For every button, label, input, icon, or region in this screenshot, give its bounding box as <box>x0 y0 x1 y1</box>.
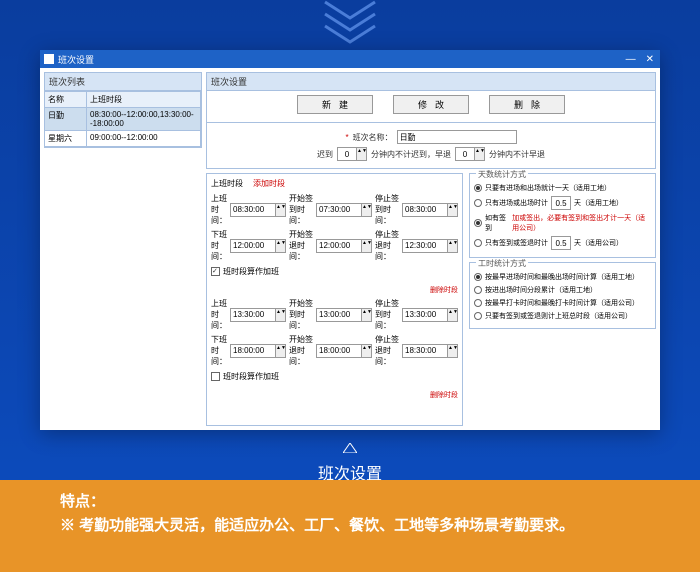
footer-banner: 特点： ※ 考勤功能强大灵活，能适应办公、工厂、餐饮、工地等多种场景考勤要求。 <box>0 480 700 572</box>
late-label: 迟到 <box>317 149 333 160</box>
hours-radio-2[interactable] <box>474 286 482 294</box>
time-input[interactable] <box>230 203 276 217</box>
spinner-arrows[interactable]: ▲▼ <box>357 147 367 161</box>
shift-periods-panel: 上班时段 添加时段 上班时间：▲▼开始签到时间：▲▼停止签到时间：▲▼ 下班时间… <box>206 173 463 426</box>
new-button[interactable]: 新建 <box>297 95 373 114</box>
days-radio-4[interactable] <box>474 239 482 247</box>
overtime-checkbox-1[interactable] <box>211 267 220 276</box>
delete-button[interactable]: 删除 <box>489 95 565 114</box>
time-input[interactable] <box>402 203 448 217</box>
add-period-link[interactable]: 添加时段 <box>253 178 285 189</box>
col-span: 上班时段 <box>87 92 201 107</box>
periods-header: 上班时段 <box>211 178 243 189</box>
days-stat-fieldset: 天数统计方式 只要有进场和出场就计一天（适用工地） 只有进场或出场时计天（适用工… <box>469 173 656 258</box>
minimize-button[interactable]: — <box>624 54 638 65</box>
shift-settings-window: 班次设置 — ✕ 班次列表 名称 上班时段 日勤 08:30:00--12:00… <box>40 50 660 430</box>
close-button[interactable]: ✕ <box>644 54 656 65</box>
titlebar: 班次设置 — ✕ <box>40 50 660 68</box>
window-title: 班次设置 <box>58 53 94 66</box>
required-mark: * <box>345 133 348 142</box>
days-radio-1[interactable] <box>474 184 482 192</box>
time-input[interactable] <box>402 239 448 253</box>
hours-stat-fieldset: 工时统计方式 按最早进场时间和最晚出场时间计算（适用工地） 按进出场时间分段累计… <box>469 262 656 329</box>
spinner-arrows[interactable]: ▲▼ <box>475 147 485 161</box>
time-input[interactable] <box>316 308 362 322</box>
days-half-input-2[interactable] <box>551 236 571 250</box>
footer-text: ※ 考勤功能强大灵活，能适应办公、工厂、餐饮、工地等多种场景考勤要求。 <box>60 515 640 536</box>
caption-area: 班次设置 <box>0 440 700 484</box>
settings-header: 班次设置 <box>206 72 656 91</box>
late-minutes-input[interactable] <box>337 147 357 161</box>
time-input[interactable] <box>402 308 448 322</box>
shift-name-label: 班次名称： <box>353 132 393 143</box>
hours-radio-4[interactable] <box>474 312 482 320</box>
delete-period-link-1[interactable]: 删除时段 <box>211 285 458 295</box>
app-icon <box>44 54 54 64</box>
col-name: 名称 <box>45 92 87 107</box>
toolbar: 新建 修改 删除 <box>206 91 656 123</box>
time-input[interactable] <box>230 239 276 253</box>
edit-button[interactable]: 修改 <box>393 95 469 114</box>
time-input[interactable] <box>316 203 362 217</box>
table-row[interactable]: 星期六 09:00:00--12:00:00 <box>45 131 201 147</box>
shift-list-header: 班次列表 <box>44 72 202 91</box>
days-radio-2[interactable] <box>474 199 482 207</box>
overtime-checkbox-2[interactable] <box>211 372 220 381</box>
delete-period-link-2[interactable]: 删除时段 <box>211 390 458 400</box>
decorative-chevrons <box>310 0 390 45</box>
shift-name-input[interactable] <box>397 130 517 144</box>
hours-radio-3[interactable] <box>474 299 482 307</box>
time-input[interactable] <box>402 344 448 358</box>
triangle-icon <box>343 440 357 458</box>
days-note: 加或签出，必要有签到和签出才计一天（适用公司） <box>512 213 651 233</box>
early-unit-label: 分钟内不计早退 <box>489 149 545 160</box>
footer-title: 特点： <box>60 490 640 511</box>
late-unit-label: 分钟内不计迟到，早退 <box>371 149 451 160</box>
days-half-input-1[interactable] <box>551 196 571 210</box>
early-minutes-input[interactable] <box>455 147 475 161</box>
shift-list-table: 名称 上班时段 日勤 08:30:00--12:00:00,13:30:00--… <box>44 91 202 148</box>
table-row[interactable]: 日勤 08:30:00--12:00:00,13:30:00--18:00:00 <box>45 108 201 131</box>
time-input[interactable] <box>316 344 362 358</box>
time-input[interactable] <box>230 308 276 322</box>
time-input[interactable] <box>230 344 276 358</box>
days-radio-3[interactable] <box>474 219 482 227</box>
hours-radio-1[interactable] <box>474 273 482 281</box>
time-input[interactable] <box>316 239 362 253</box>
